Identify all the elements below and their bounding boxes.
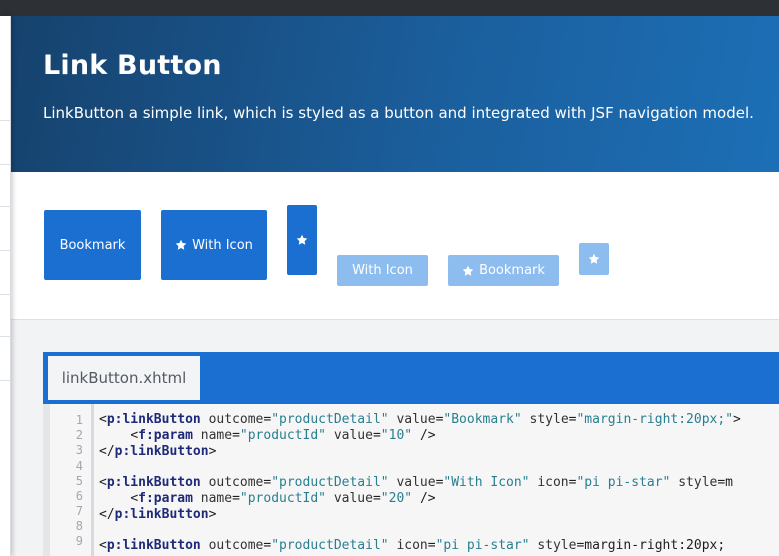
- with-icon-disabled-button-label: With Icon: [352, 263, 413, 278]
- page-description: LinkButton a simple link, which is style…: [43, 104, 754, 122]
- with-icon-button-label: With Icon: [192, 237, 253, 253]
- line-number: 5: [75, 474, 83, 488]
- tab-label: linkButton.xhtml: [61, 369, 187, 387]
- source-code-panel: linkButton.xhtml 1 2 3 4 5 6 7 8 9 <p:li…: [43, 352, 779, 556]
- star-icon-disabled-button[interactable]: [579, 243, 609, 275]
- bookmark-icon-disabled-button[interactable]: Bookmark: [448, 255, 559, 286]
- line-number: 1: [75, 413, 83, 427]
- line-number: 6: [75, 489, 83, 503]
- star-icon: [462, 265, 474, 276]
- line-number-gutter: 1 2 3 4 5 6 7 8 9: [50, 404, 94, 556]
- demo-panel: Bookmark With Icon With Icon Bookmark: [11, 172, 779, 320]
- line-number: 9: [75, 534, 83, 548]
- code-editor[interactable]: 1 2 3 4 5 6 7 8 9 <p:linkButton outcome=…: [43, 404, 779, 556]
- code-line: <p:linkButton outcome="productDetail" va…: [99, 475, 734, 490]
- with-icon-button[interactable]: With Icon: [161, 210, 267, 280]
- sidebar-divider: [0, 336, 11, 337]
- sidebar-divider: [0, 206, 11, 207]
- sidebar-divider: [0, 380, 11, 381]
- sidebar-divider: [0, 120, 11, 121]
- star-icon: [175, 239, 187, 250]
- bookmark-button[interactable]: Bookmark: [44, 210, 141, 280]
- code-tab-bar: linkButton.xhtml: [43, 352, 779, 404]
- bookmark-button-label: Bookmark: [59, 237, 126, 253]
- line-number: 3: [75, 443, 83, 457]
- star-icon: [296, 234, 308, 245]
- code-line: <f:param name="productId" value="20" />: [130, 491, 436, 506]
- code-line: </p:linkButton>: [99, 444, 217, 459]
- line-number: 4: [75, 459, 83, 473]
- code-line: <p:linkButton outcome="productDetail" va…: [99, 412, 741, 427]
- bookmark-icon-disabled-button-label: Bookmark: [479, 263, 545, 278]
- code-line: <p:linkButton outcome="productDetail" ic…: [99, 538, 726, 553]
- sidebar-divider: [0, 164, 11, 165]
- star-icon-button[interactable]: [287, 205, 317, 275]
- sidebar: [0, 16, 11, 556]
- code-line: </p:linkButton>: [99, 507, 217, 522]
- with-icon-disabled-button[interactable]: With Icon: [337, 255, 428, 286]
- tab-linkbutton-xhtml[interactable]: linkButton.xhtml: [48, 356, 200, 400]
- line-number: 8: [75, 519, 83, 533]
- sidebar-divider: [0, 250, 11, 251]
- page-title: Link Button: [43, 50, 222, 81]
- page-header: Link Button LinkButton a simple link, wh…: [11, 16, 779, 172]
- line-number: 7: [75, 504, 83, 518]
- line-number: 2: [75, 428, 83, 442]
- sidebar-divider: [0, 294, 11, 295]
- code-line: <f:param name="productId" value="10" />: [130, 428, 436, 443]
- top-bar: [0, 0, 779, 16]
- star-icon: [588, 253, 600, 264]
